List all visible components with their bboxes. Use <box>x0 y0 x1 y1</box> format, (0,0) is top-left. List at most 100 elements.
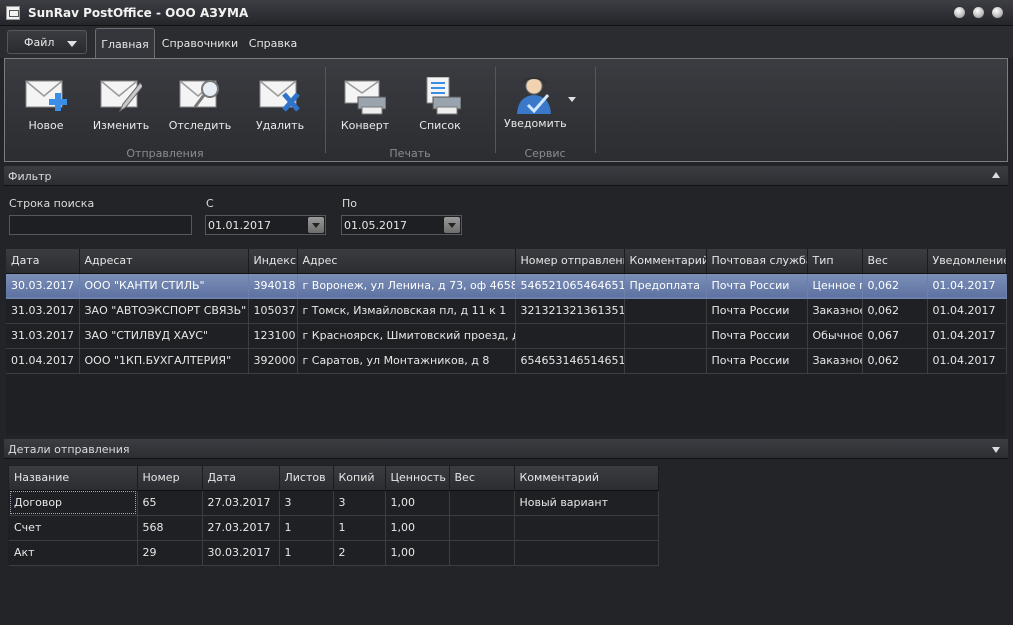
column-header[interactable]: Дата <box>6 249 80 274</box>
table-cell[interactable]: 65 <box>137 490 203 516</box>
chevron-down-icon[interactable] <box>568 97 576 102</box>
table-cell[interactable]: ЗАО "СТИЛВУД ХАУС" <box>79 323 249 349</box>
table-cell[interactable] <box>449 490 515 516</box>
table-cell[interactable]: 0,062 <box>862 348 928 374</box>
table-cell[interactable]: 01.04.2017 <box>927 323 1007 349</box>
column-header[interactable]: Почтовая служба <box>706 249 808 274</box>
notify-button[interactable]: Уведомить <box>500 69 582 135</box>
table-cell[interactable]: 546521065464651 <box>515 273 625 299</box>
column-header[interactable]: Тип <box>807 249 863 274</box>
table-cell[interactable]: Почта России <box>706 273 808 299</box>
list-button[interactable]: Список <box>405 69 475 135</box>
table-cell[interactable]: 0,062 <box>862 273 928 299</box>
envelope-button[interactable]: Конверт <box>330 69 400 135</box>
table-cell[interactable] <box>624 323 707 349</box>
new-button[interactable]: Новое <box>11 69 81 135</box>
table-cell[interactable]: Новый вариант <box>514 490 659 516</box>
table-cell[interactable]: Заказное <box>807 298 863 324</box>
filter-header[interactable]: Фильтр <box>4 166 1008 186</box>
table-row[interactable]: Договор 65 27.03.2017 3 3 1,00 Новый вариант <box>9 490 659 516</box>
table-cell[interactable]: 2 <box>333 540 386 566</box>
table-cell[interactable]: г Красноярск, Шмитовский проезд, д 6 <box>297 323 516 349</box>
table-row[interactable]: 01.04.2017 ООО "1КП.БУХГАЛТЕРИЯ" 392000 г С… <box>6 348 1007 374</box>
maximize-button[interactable] <box>972 6 985 19</box>
column-header[interactable]: Адрес <box>297 249 516 274</box>
file-menu-button[interactable]: Файл <box>7 30 87 54</box>
collapse-icon[interactable] <box>992 447 1000 453</box>
tab-main[interactable]: Главная <box>95 28 155 58</box>
table-cell[interactable]: Почта России <box>706 298 808 324</box>
table-cell[interactable]: ЗАО "АВТОЭКСПОРТ СВЯЗЬ" <box>79 298 249 324</box>
table-cell[interactable]: 1 <box>279 540 334 566</box>
table-cell[interactable]: 3 <box>333 490 386 516</box>
table-cell[interactable]: 1,00 <box>385 515 450 541</box>
table-cell[interactable]: Договор <box>9 490 138 516</box>
table-cell[interactable]: 27.03.2017 <box>202 515 280 541</box>
column-header[interactable]: Комментарий <box>624 249 707 274</box>
table-cell[interactable] <box>514 540 659 566</box>
table-cell[interactable]: 29 <box>137 540 203 566</box>
table-cell[interactable]: 1 <box>333 515 386 541</box>
column-header[interactable]: Уведомление <box>927 249 1007 274</box>
table-row[interactable]: Акт 29 30.03.2017 1 2 1,00 <box>9 540 659 566</box>
table-cell[interactable]: ООО "1КП.БУХГАЛТЕРИЯ" <box>79 348 249 374</box>
table-cell[interactable]: 0,067 <box>862 323 928 349</box>
table-cell[interactable]: 0,062 <box>862 298 928 324</box>
column-header[interactable]: Номер <box>137 466 203 491</box>
table-cell[interactable]: 654653146514651 <box>515 348 625 374</box>
table-cell[interactable]: 30.03.2017 <box>202 540 280 566</box>
table-cell[interactable]: 31.03.2017 <box>6 323 80 349</box>
dropdown-arrow-icon[interactable] <box>444 217 460 233</box>
table-cell[interactable]: г Томск, Измайловская пл, д 11 к 1 <box>297 298 516 324</box>
table-cell[interactable] <box>449 515 515 541</box>
search-input[interactable] <box>9 215 192 235</box>
table-cell[interactable]: г Саратов, ул Монтажников, д 8 <box>297 348 516 374</box>
minimize-button[interactable] <box>953 6 966 19</box>
column-header[interactable]: Номер отправления <box>515 249 625 274</box>
column-header[interactable]: Индекс <box>248 249 298 274</box>
table-row[interactable]: 31.03.2017 ЗАО "СТИЛВУД ХАУС" 123100 г Крас… <box>6 323 1007 349</box>
table-cell[interactable]: Почта России <box>706 348 808 374</box>
table-cell[interactable]: ООО "КАНТИ СТИЛЬ" <box>79 273 249 299</box>
table-cell[interactable]: 1,00 <box>385 540 450 566</box>
table-cell[interactable]: Предоплата <box>624 273 707 299</box>
table-cell[interactable] <box>514 515 659 541</box>
to-date-field[interactable]: 01.05.2017 <box>341 215 462 235</box>
table-cell[interactable]: 3 <box>279 490 334 516</box>
table-row[interactable]: 31.03.2017 ЗАО "АВТОЭКСПОРТ СВЯЗЬ" 105037 г… <box>6 298 1007 324</box>
tab-references[interactable]: Справочники <box>159 28 241 58</box>
tab-help[interactable]: Справка <box>245 28 301 58</box>
table-cell[interactable]: 1 <box>279 515 334 541</box>
column-header[interactable]: Адресат <box>79 249 249 274</box>
column-header[interactable]: Вес <box>449 466 515 491</box>
table-row[interactable]: 30.03.2017 ООО "КАНТИ СТИЛЬ" 394018 г Ворон… <box>6 273 1007 299</box>
column-header[interactable]: Копий <box>333 466 386 491</box>
table-cell[interactable] <box>624 298 707 324</box>
column-header[interactable]: Вес <box>862 249 928 274</box>
table-cell[interactable]: 105037 <box>248 298 298 324</box>
table-cell[interactable]: Обычное <box>807 323 863 349</box>
from-date-field[interactable]: 01.01.2017 <box>205 215 326 235</box>
table-cell[interactable]: 392000 <box>248 348 298 374</box>
table-cell[interactable]: 27.03.2017 <box>202 490 280 516</box>
table-cell[interactable]: 31.03.2017 <box>6 298 80 324</box>
table-cell[interactable]: Акт <box>9 540 138 566</box>
collapse-icon[interactable] <box>992 172 1000 178</box>
table-cell[interactable]: г Воронеж, ул Ленина, д 73, оф 4658 <box>297 273 516 299</box>
dropdown-arrow-icon[interactable] <box>308 217 324 233</box>
table-cell[interactable]: Ценное п <box>807 273 863 299</box>
table-cell[interactable]: 568 <box>137 515 203 541</box>
table-cell[interactable]: 01.04.2017 <box>927 298 1007 324</box>
table-cell[interactable]: 01.04.2017 <box>6 348 80 374</box>
column-header[interactable]: Комментарий <box>514 466 659 491</box>
column-header[interactable]: Ценность <box>385 466 450 491</box>
table-cell[interactable]: Почта России <box>706 323 808 349</box>
table-cell[interactable]: 30.03.2017 <box>6 273 80 299</box>
table-cell[interactable]: 01.04.2017 <box>927 348 1007 374</box>
edit-button[interactable]: Изменить <box>86 69 156 135</box>
table-cell[interactable]: Заказное <box>807 348 863 374</box>
details-header[interactable]: Детали отправления <box>4 439 1008 459</box>
track-button[interactable]: Отследить <box>165 69 235 135</box>
table-cell[interactable]: Счет <box>9 515 138 541</box>
table-cell[interactable] <box>515 323 625 349</box>
